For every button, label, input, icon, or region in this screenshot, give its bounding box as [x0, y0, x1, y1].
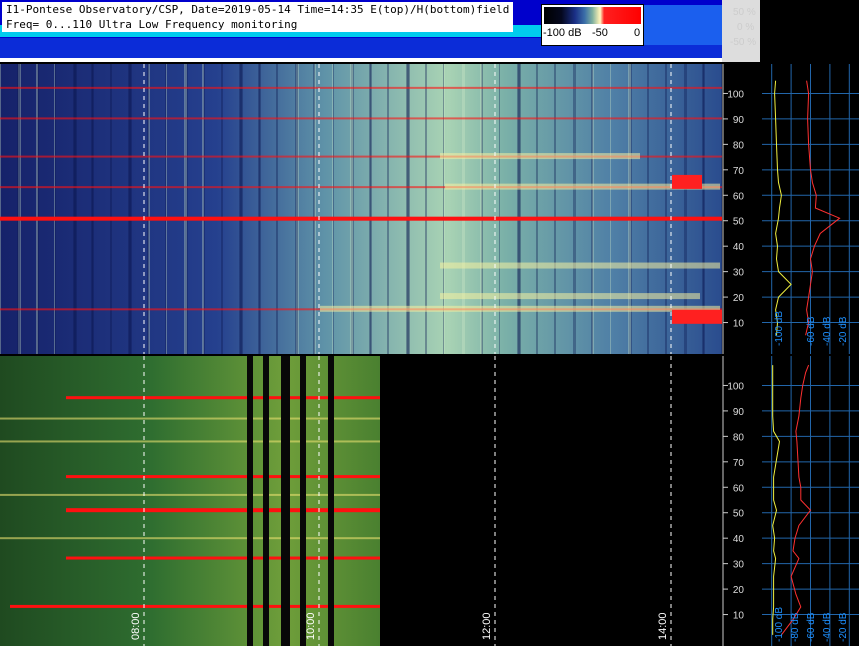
- h-faint-line: [0, 493, 380, 496]
- info-line1: I1-Pontese Observatory/CSP, Date=2019-05…: [6, 3, 510, 16]
- e-field-frequency-axis: 10 20 30 40 50 60 70 80 90 100: [722, 64, 760, 354]
- h-field-frequency-axis: 10 20 30 40 50 60 70 80 90 100: [722, 356, 760, 646]
- e-freq-tick-label-50: 50: [733, 217, 745, 228]
- colorbar-label-min: -100 dB: [543, 27, 582, 39]
- e-vertical-streak: [165, 64, 166, 354]
- pct-minus50: -50 %: [730, 37, 757, 48]
- e-freq-tick-label-60: 60: [733, 191, 745, 202]
- h-faint-line: [0, 440, 380, 443]
- e-hotspot: [672, 309, 722, 324]
- h-db-label-100: -100 dB: [774, 606, 785, 642]
- time-label-1200: 12:00: [481, 612, 493, 640]
- e-db-label-40: -40 dB: [822, 316, 833, 346]
- h-band-line: [10, 604, 380, 608]
- e-vertical-streak: [313, 64, 315, 354]
- h-db-label-20: -20 dB: [838, 612, 849, 642]
- e-vertical-streak: [36, 64, 38, 354]
- e-vertical-streak: [239, 64, 242, 354]
- e-vertical-streak: [55, 64, 56, 354]
- h-freq-tick-label-90: 90: [733, 407, 745, 418]
- e-vertical-streak: [0, 64, 1, 354]
- e-vertical-streak: [54, 64, 55, 354]
- h-data-gap: [263, 356, 269, 646]
- pct-50: 50 %: [733, 7, 756, 18]
- e-vertical-streak: [91, 64, 93, 354]
- h-data-gap: [281, 356, 290, 646]
- time-label-1000: 10:00: [305, 612, 317, 640]
- e-vertical-streak: [111, 64, 112, 354]
- h-freq-axis-bg: [722, 356, 760, 646]
- e-vertical-streak: [110, 64, 111, 354]
- colorbar-label-mid: -50: [592, 27, 608, 39]
- h-spectrogram-background: [0, 356, 380, 646]
- e-vertical-streak: [128, 64, 131, 354]
- e-freq-axis-bg: [722, 64, 760, 354]
- time-label-0800: 08:00: [130, 612, 142, 640]
- e-vertical-streak: [17, 64, 20, 354]
- h-field-spectrum-panel: [762, 356, 859, 646]
- colorbar: -100 dB -50 0: [541, 4, 644, 46]
- e-freq-tick-label-100: 100: [727, 89, 744, 100]
- h-faint-line: [0, 417, 380, 420]
- h-freq-tick-label-30: 30: [733, 560, 745, 571]
- e-vertical-streak: [277, 64, 278, 354]
- info-line2: Freq= 0...110 Ultra Low Frequency monito…: [6, 18, 298, 31]
- e-freq-tick-label-20: 20: [733, 293, 745, 304]
- e-activity-band: [320, 305, 720, 312]
- h-data-gap: [300, 356, 306, 646]
- h-freq-tick-label-100: 100: [727, 381, 744, 392]
- h-freq-tick-label-80: 80: [733, 432, 745, 443]
- e-activity-band: [440, 153, 640, 160]
- time-label-1400: 14:00: [657, 612, 669, 640]
- e-field-spectrogram: [0, 64, 722, 354]
- h-freq-tick-label-10: 10: [733, 611, 745, 622]
- h-data-gap: [247, 356, 253, 646]
- info-header: I1-Pontese Observatory/CSP, Date=2019-05…: [2, 2, 514, 32]
- h-db-label-60: -60 dB: [806, 612, 817, 642]
- colorbar-gradient: [544, 7, 641, 24]
- e-vertical-streak: [276, 64, 277, 354]
- h-freq-tick-label-50: 50: [733, 509, 745, 520]
- e-vertical-streak: [221, 64, 222, 354]
- e-freq-tick-label-10: 10: [733, 319, 745, 330]
- e-freq-tick-label-30: 30: [733, 268, 745, 279]
- colorbar-label-max: 0: [634, 27, 641, 39]
- e-band-line: [0, 86, 722, 89]
- e-db-label-60: -60 dB: [806, 316, 817, 346]
- e-freq-tick-label-40: 40: [733, 242, 745, 253]
- h-db-label-80: -80 dB: [790, 612, 801, 642]
- h-freq-tick-label-40: 40: [733, 534, 745, 545]
- h-freq-tick-label-70: 70: [733, 458, 745, 469]
- e-vertical-streak: [222, 64, 223, 354]
- e-vertical-streak: [147, 64, 149, 354]
- e-freq-tick-label-80: 80: [733, 140, 745, 151]
- h-data-gap: [328, 356, 334, 646]
- pct-0: 0 %: [737, 22, 755, 33]
- e-activity-band: [440, 262, 720, 269]
- h-freq-tick-label-60: 60: [733, 483, 745, 494]
- e-activity-band: [440, 293, 700, 300]
- h-faint-line: [0, 537, 380, 540]
- h-db-label-40: -40 dB: [822, 612, 833, 642]
- e-vertical-streak: [258, 64, 260, 354]
- e-vertical-streak: [166, 64, 167, 354]
- e-db-label-20: -20 dB: [838, 316, 849, 346]
- e-vertical-streak: [73, 64, 76, 354]
- e-db-label-100: -100 dB: [774, 310, 785, 346]
- e-freq-tick-label-90: 90: [733, 115, 745, 126]
- e-band-line: [0, 117, 722, 120]
- e-vertical-streak: [184, 64, 187, 354]
- e-band-line: [0, 216, 722, 221]
- h-field-spectrogram: [0, 356, 722, 646]
- e-vertical-streak: [202, 64, 204, 354]
- e-vertical-streak: [295, 64, 298, 354]
- h-freq-tick-label-20: 20: [733, 585, 745, 596]
- e-freq-tick-label-70: 70: [733, 166, 745, 177]
- ulf-monitor: I1-Pontese Observatory/CSP, Date=2019-05…: [0, 0, 859, 646]
- e-hotspot: [672, 174, 702, 189]
